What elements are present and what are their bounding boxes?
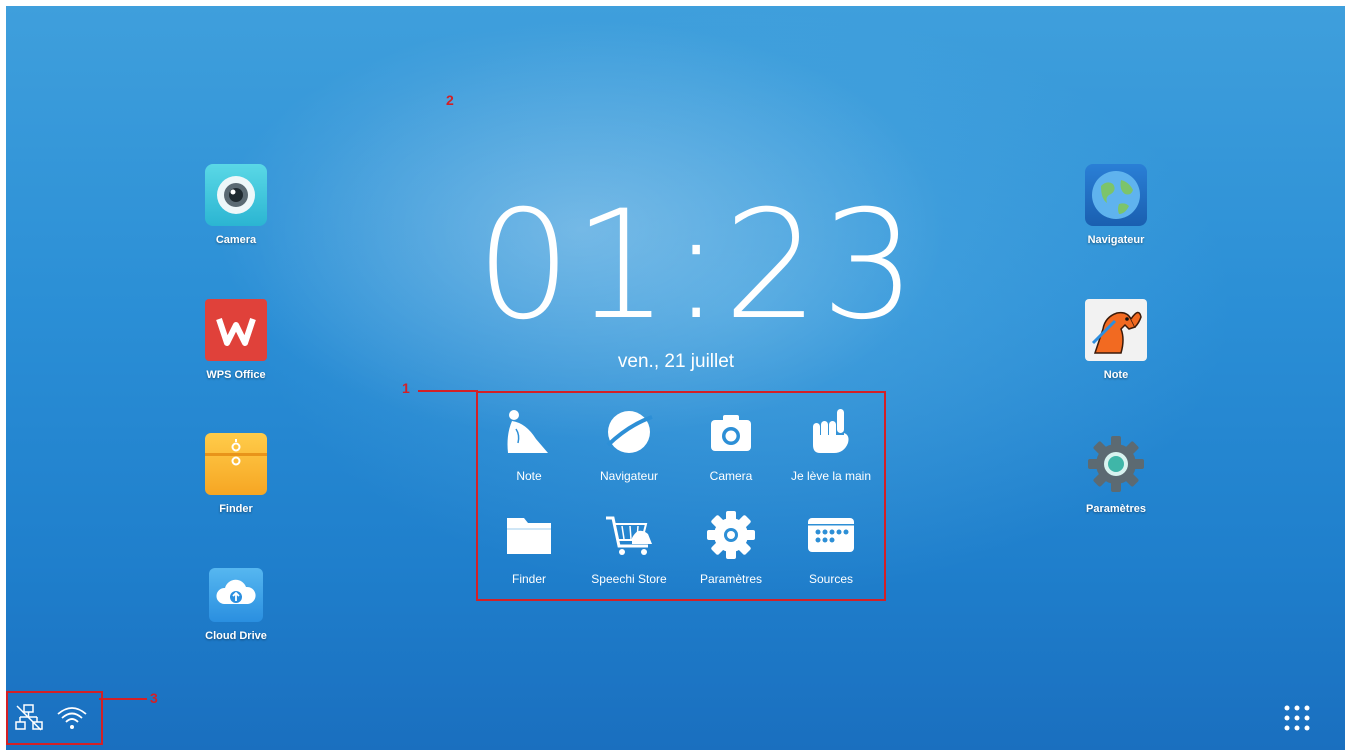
settings-gear-icon <box>1085 433 1147 495</box>
annotation-marker-2: 2 <box>446 92 454 108</box>
app-cloud-drive[interactable]: Cloud Drive <box>186 568 286 642</box>
quick-item-sources[interactable]: Sources <box>780 508 882 586</box>
app-label: Note <box>1103 369 1129 381</box>
app-finder[interactable]: Finder <box>186 433 286 515</box>
clock-date: ven., 21 juillet <box>617 351 735 372</box>
app-label: Cloud Drive <box>205 630 267 642</box>
annotation-leader-1 <box>418 390 478 392</box>
app-wps-office[interactable]: WPS Office <box>186 299 286 381</box>
quick-item-speechi-store[interactable]: Speechi Store <box>578 508 680 586</box>
app-note[interactable]: Note <box>1066 299 1166 381</box>
app-label: WPS Office <box>206 369 266 381</box>
quick-item-label: Camera <box>709 469 753 483</box>
quick-item-label: Note <box>516 469 542 483</box>
globe-browser-icon <box>1085 164 1147 226</box>
desktop: Camera WPS Office Finder Cloud Drive Nav… <box>6 6 1345 750</box>
planet-icon <box>606 411 653 453</box>
camera-icon <box>711 415 751 451</box>
quick-item-camera[interactable]: Camera <box>680 405 782 483</box>
app-navigateur[interactable]: Navigateur <box>1066 164 1166 246</box>
quick-item-raise-hand[interactable]: Je lève la main <box>780 405 882 483</box>
quick-item-label: Speechi Store <box>591 572 667 586</box>
quick-item-note[interactable]: Note <box>478 405 580 483</box>
sources-icon <box>808 518 854 552</box>
clock-time: 01:23 <box>476 179 919 353</box>
raise-hand-icon <box>813 409 849 453</box>
dog-note-icon <box>1085 299 1147 361</box>
quick-item-label: Navigateur <box>599 469 659 483</box>
folder-icon <box>507 518 551 554</box>
app-label: Camera <box>215 234 257 246</box>
gear-icon <box>707 511 755 559</box>
wifi-icon[interactable] <box>56 703 88 733</box>
store-cart-icon <box>606 516 652 555</box>
quick-item-parametres[interactable]: Paramètres <box>680 508 782 586</box>
app-label: Paramètres <box>1086 503 1146 515</box>
network-disconnected-icon[interactable] <box>14 703 44 733</box>
quick-item-label: Paramètres <box>699 572 763 586</box>
wps-office-icon <box>205 299 267 361</box>
quick-item-finder[interactable]: Finder <box>478 508 580 586</box>
app-camera[interactable]: Camera <box>186 164 286 246</box>
annotation-leader-3 <box>99 698 147 700</box>
camera-app-icon <box>205 164 267 226</box>
app-label: Finder <box>219 503 253 515</box>
quick-launch-panel: Note Navigateur Camera Je lève la main F… <box>476 391 886 601</box>
cloud-drive-icon <box>209 568 263 622</box>
app-label: Navigateur <box>1087 234 1145 246</box>
app-parametres[interactable]: Paramètres <box>1066 433 1166 515</box>
quick-item-label: Je lève la main <box>790 469 872 483</box>
quick-item-label: Sources <box>808 572 854 586</box>
annotation-marker-1: 1 <box>402 380 410 396</box>
quick-item-navigateur[interactable]: Navigateur <box>578 405 680 483</box>
status-icons-box <box>6 691 103 745</box>
finder-folder-icon <box>205 433 267 495</box>
app-grid-icon[interactable] <box>1282 703 1312 733</box>
annotation-marker-3: 3 <box>150 690 158 706</box>
quick-item-label: Finder <box>511 572 546 586</box>
note-pen-icon <box>507 410 548 453</box>
